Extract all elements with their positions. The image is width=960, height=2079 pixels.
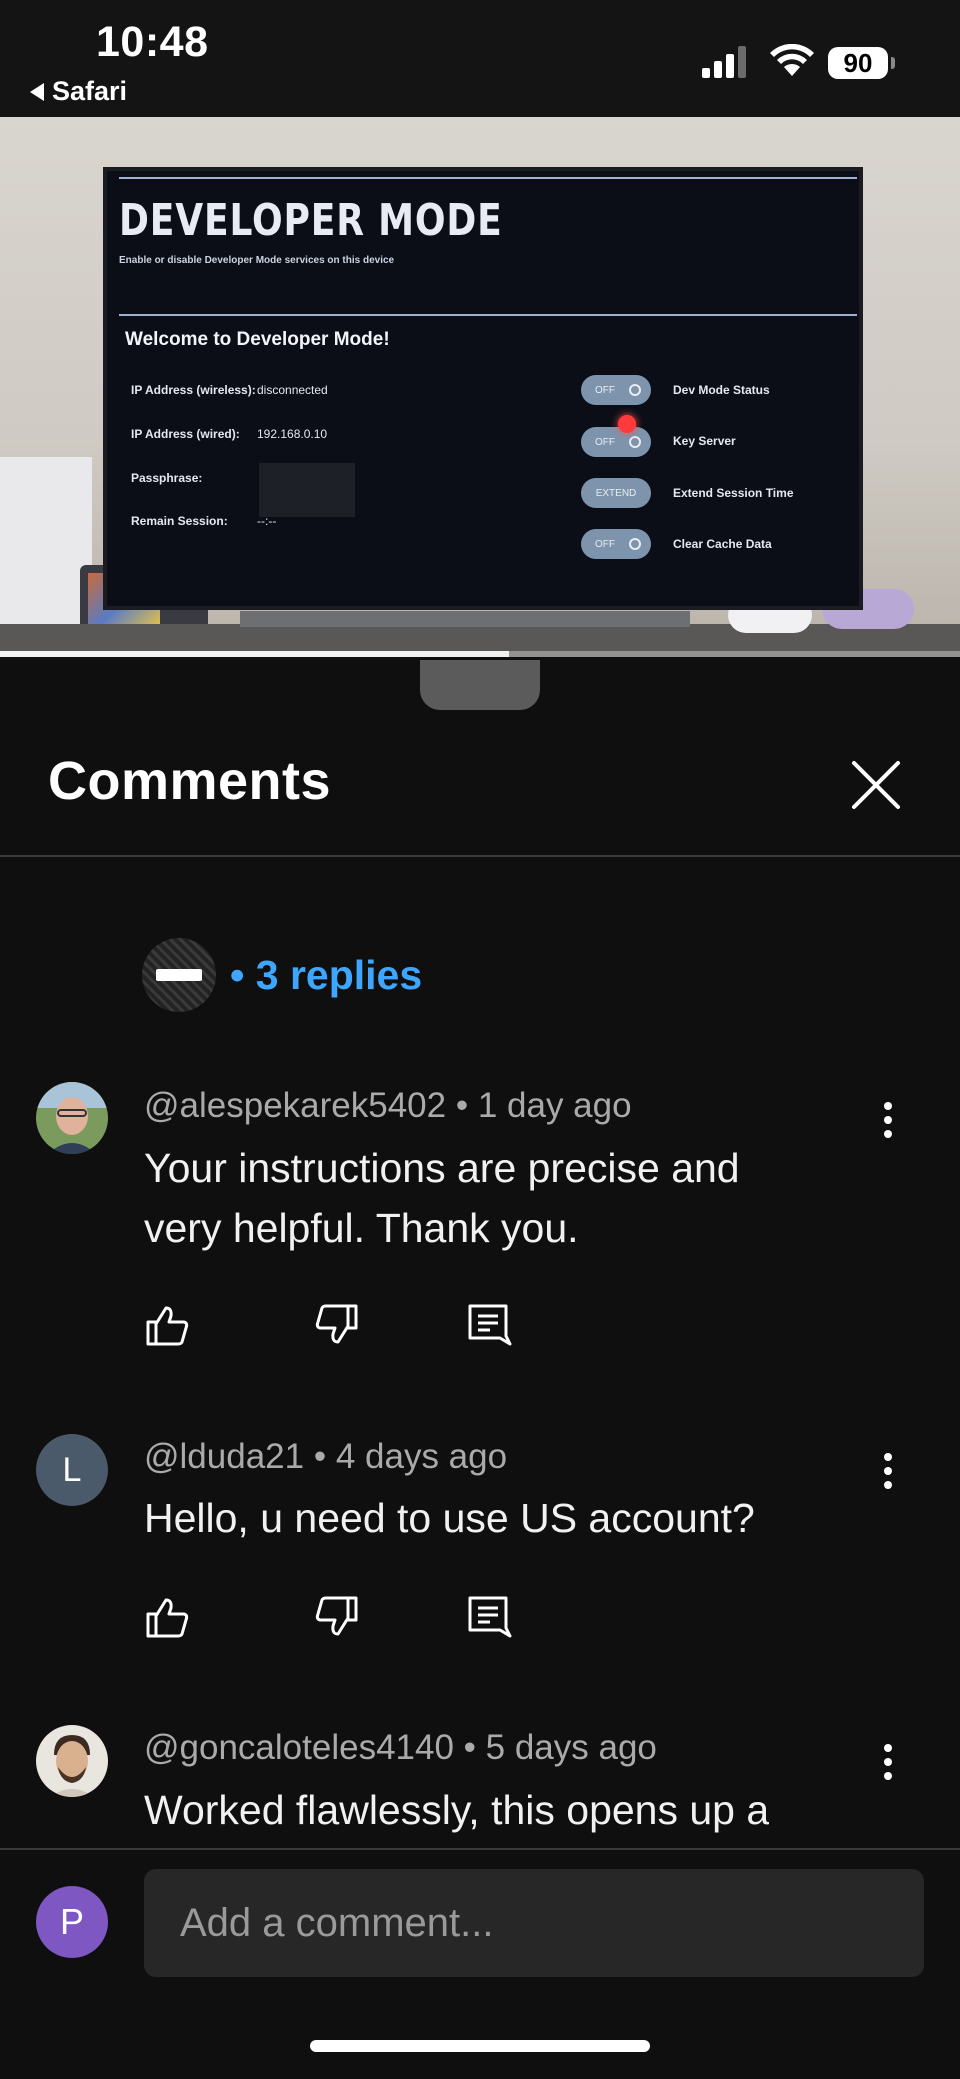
tv-field-value: 192.168.0.10 — [257, 427, 328, 441]
tv-field-label: IP Address (wired): — [131, 427, 240, 441]
video-player[interactable]: DEVELOPER MODE Enable or disable Develop… — [0, 117, 960, 657]
tv-option-label: Dev Mode Status — [673, 383, 770, 397]
replies-count: • 3 replies — [230, 951, 423, 998]
user-avatar[interactable]: P — [36, 1886, 108, 1958]
creator-avatar — [142, 938, 216, 1012]
tv-subtitle: Enable or disable Developer Mode service… — [119, 255, 395, 266]
wifi-icon — [770, 44, 814, 76]
tv-field-value: --:-- — [257, 514, 277, 528]
tv-welcome: Welcome to Developer Mode! — [125, 329, 390, 350]
more-vert-icon[interactable] — [882, 1742, 894, 1782]
comment-meta: @alespekarek5402 • 1 day ago — [144, 1086, 632, 1126]
comment-meta: @goncaloteles4140 • 5 days ago — [144, 1728, 657, 1768]
add-comment-input[interactable] — [144, 1869, 924, 1977]
back-to-safari-button[interactable]: Safari — [30, 76, 127, 107]
comment-age: • 4 days ago — [313, 1437, 508, 1476]
comment-text: Worked flawlessly, this opens up a — [144, 1787, 770, 1833]
replies-link[interactable]: • 3 replies — [142, 938, 422, 1012]
tv-toggle: OFF — [581, 427, 651, 457]
home-indicator[interactable] — [310, 2040, 650, 2052]
tv-stand — [240, 611, 690, 627]
avatar[interactable] — [36, 1725, 108, 1797]
battery-level: 90 — [828, 47, 888, 79]
reply-icon[interactable] — [466, 1594, 512, 1640]
back-arrow-icon — [30, 82, 44, 101]
tv-option-label: Key Server — [673, 434, 736, 448]
like-icon[interactable] — [144, 1302, 190, 1348]
comment-age: • 1 day ago — [455, 1086, 632, 1125]
tv-field-label: Remain Session: — [131, 514, 228, 528]
comment-text: Hello, u need to use US account? — [144, 1495, 755, 1541]
tv-option-label: Extend Session Time — [673, 486, 794, 500]
divider — [0, 855, 960, 857]
comment-author[interactable]: @goncaloteles4140 — [144, 1728, 454, 1767]
comment-age: • 5 days ago — [463, 1728, 657, 1767]
more-vert-icon[interactable] — [882, 1451, 894, 1491]
tv-field-label: IP Address (wireless): — [131, 383, 256, 397]
tv-title: DEVELOPER MODE — [119, 195, 503, 246]
avatar-photo — [36, 1082, 108, 1154]
tv-passphrase-box — [259, 463, 355, 517]
avatar-photo — [36, 1725, 108, 1797]
avatar[interactable] — [36, 1082, 108, 1154]
signal-icon — [702, 46, 746, 78]
comment-meta: @lduda21 • 4 days ago — [144, 1437, 507, 1477]
avatar[interactable]: L — [36, 1434, 108, 1506]
tv-screen: DEVELOPER MODE Enable or disable Develop… — [103, 167, 863, 610]
close-icon[interactable] — [846, 755, 906, 815]
back-app-label: Safari — [52, 76, 128, 106]
comment-author[interactable]: @alespekarek5402 — [144, 1086, 446, 1125]
comments-title: Comments — [48, 751, 332, 811]
tv-extend-button: EXTEND — [581, 478, 651, 508]
dislike-icon[interactable] — [314, 1594, 360, 1640]
tv-field-label: Passphrase: — [131, 471, 203, 485]
tv-toggle: OFF — [581, 375, 651, 405]
battery-icon: 90 — [828, 47, 896, 81]
reply-icon[interactable] — [466, 1302, 512, 1348]
dislike-icon[interactable] — [314, 1302, 360, 1348]
status-time: 10:48 — [96, 18, 209, 66]
tv-option-label: Clear Cache Data — [673, 537, 772, 551]
like-icon[interactable] — [144, 1594, 190, 1640]
pointer-cursor — [618, 415, 636, 433]
comment-text: Your instructions are precise and very h… — [144, 1145, 740, 1251]
sheet-drag-handle[interactable] — [420, 660, 540, 710]
tv-field-value: disconnected — [257, 383, 328, 397]
more-vert-icon[interactable] — [882, 1100, 894, 1140]
tv-toggle: OFF — [581, 529, 651, 559]
comment-author[interactable]: @lduda21 — [144, 1437, 304, 1476]
